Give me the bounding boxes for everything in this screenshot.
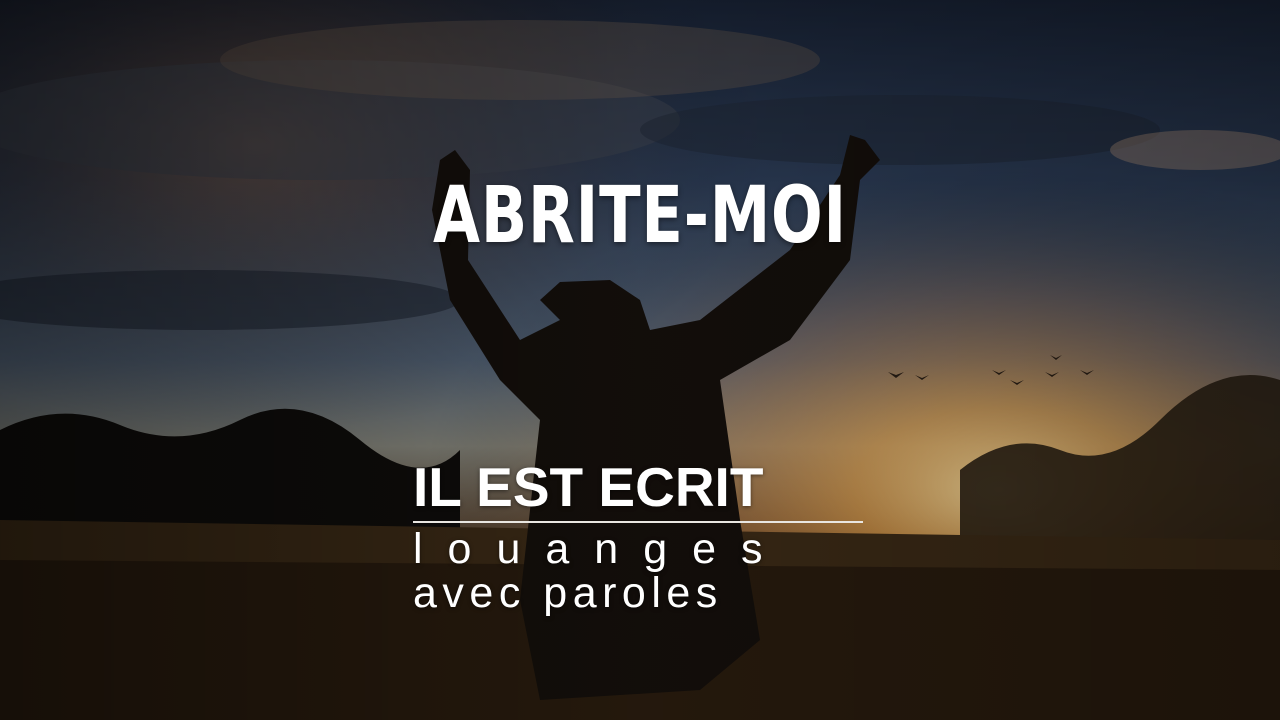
logo-divider — [413, 521, 863, 523]
channel-logo: IL EST ECRIT louanges avec paroles — [413, 455, 863, 615]
tagline-line-1: louanges — [413, 525, 788, 573]
channel-name: IL EST ECRIT — [413, 456, 764, 518]
thumbnail-scene: ABRITE-MOI IL EST ECRIT louanges avec pa… — [0, 0, 1280, 720]
song-title: ABRITE-MOI — [433, 171, 847, 261]
tagline-line-2: avec paroles — [413, 569, 723, 617]
